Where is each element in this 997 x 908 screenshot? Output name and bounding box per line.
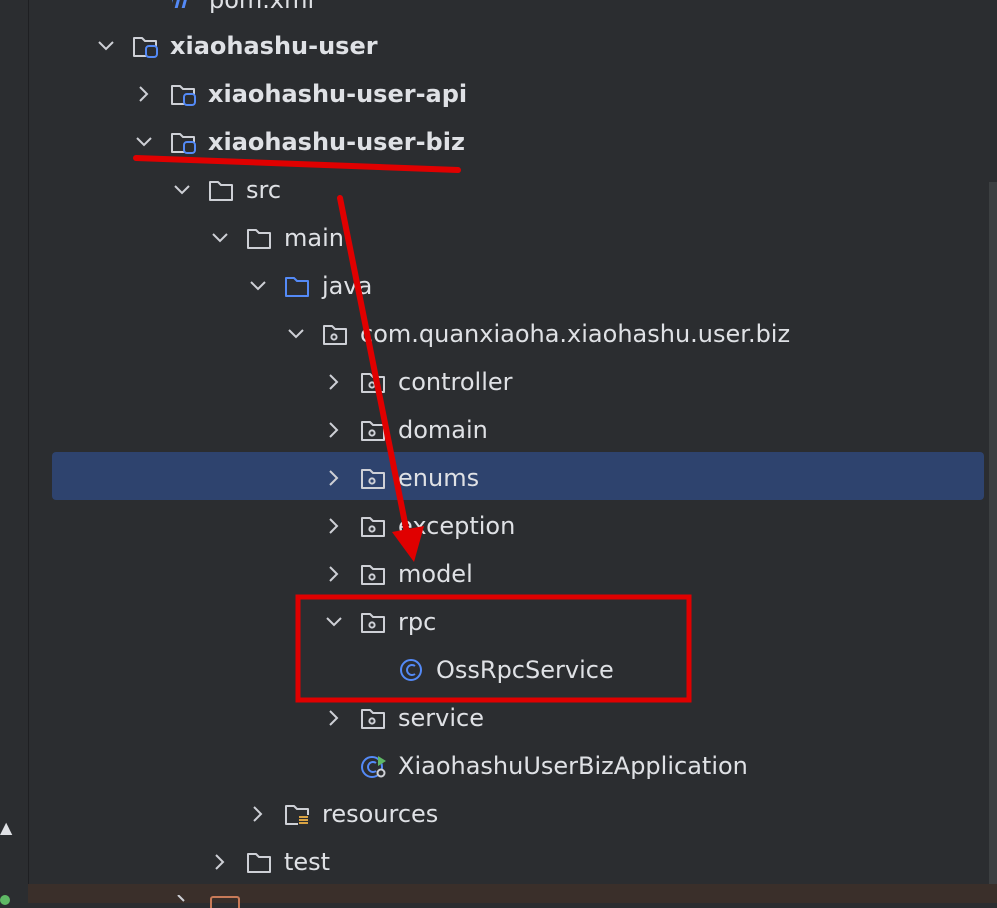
package-icon [361, 613, 385, 633]
tree-row[interactable]: enums [0, 454, 997, 502]
chevron-down-icon[interactable] [172, 180, 192, 200]
project-tree: pom.xml xiaohashu-user xiaohashu-user-api… [0, 0, 997, 908]
module-folder-icon [133, 37, 158, 58]
tree-item-label: controller [398, 368, 513, 396]
tree-item-label: resources [322, 800, 439, 828]
tree-row[interactable]: xiaohashu-user-biz [0, 118, 997, 166]
tree-row[interactable]: service [0, 694, 997, 742]
package-icon [361, 709, 385, 729]
tree-row[interactable]: main [0, 214, 997, 262]
class-icon [400, 659, 422, 681]
partial-row-target[interactable] [28, 884, 997, 903]
chevron-down-icon[interactable] [96, 36, 116, 56]
tree-item-label: xiaohashu-user [170, 32, 378, 60]
tree-item-label: src [246, 176, 282, 204]
chevron-right-icon[interactable] [324, 564, 344, 584]
package-icon [361, 421, 385, 441]
chevron-right-icon[interactable] [324, 468, 344, 488]
tree-item-label: main [284, 224, 344, 252]
tree-row[interactable]: model [0, 550, 997, 598]
tree-row[interactable]: xiaohashu-user [0, 22, 997, 70]
tree-row[interactable]: controller [0, 358, 997, 406]
tree-row[interactable]: java [0, 262, 997, 310]
source-folder-icon [285, 277, 309, 297]
module-folder-icon [171, 85, 196, 106]
resources-folder-icon [285, 805, 309, 825]
tree-item-label: exception [398, 512, 516, 540]
chevron-down-icon[interactable] [134, 132, 154, 152]
tree-row[interactable]: rpc [0, 598, 997, 646]
tree-row[interactable]: xiaohashu-user-api [0, 70, 997, 118]
chevron-down-icon[interactable] [286, 324, 306, 344]
chevron-right-icon[interactable] [210, 852, 230, 872]
spring-boot-class-icon [361, 756, 386, 778]
package-icon [323, 325, 347, 345]
tree-item-label[interactable]: pom.xml [209, 0, 314, 14]
tree-item-label: rpc [398, 608, 437, 636]
chevron-right-icon[interactable] [324, 516, 344, 536]
tree-item-label: enums [398, 464, 480, 492]
chevron-right-icon[interactable] [176, 895, 188, 903]
tree-row[interactable]: XiaohashuUserBizApplication [0, 742, 997, 790]
tree-item-label: XiaohashuUserBizApplication [398, 752, 748, 780]
tree-row[interactable]: exception [0, 502, 997, 550]
folder-icon [247, 229, 271, 249]
tree-item-label: xiaohashu-user-api [208, 80, 468, 108]
chevron-right-icon[interactable] [324, 372, 344, 392]
package-icon [361, 517, 385, 537]
folder-icon [209, 181, 233, 201]
tree-row[interactable]: resources [0, 790, 997, 838]
chevron-right-icon[interactable] [134, 84, 154, 104]
chevron-right-icon[interactable] [324, 708, 344, 728]
chevron-down-icon[interactable] [248, 276, 268, 296]
package-icon [361, 373, 385, 393]
tree-item-label: model [398, 560, 473, 588]
chevron-right-icon[interactable] [324, 420, 344, 440]
tree-item-label: domain [398, 416, 488, 444]
tree-row[interactable]: domain [0, 406, 997, 454]
tree-item-label: OssRpcService [436, 656, 614, 684]
module-folder-icon [171, 133, 196, 154]
tree-row[interactable]: com.quanxiaoha.xiaohashu.user.biz [0, 310, 997, 358]
package-icon [361, 469, 385, 489]
folder-icon [247, 853, 271, 873]
package-icon [361, 565, 385, 585]
excluded-folder-icon [210, 896, 240, 908]
chevron-down-icon[interactable] [210, 228, 230, 248]
tree-item-label: java [322, 272, 373, 300]
tree-row[interactable]: test [0, 838, 997, 886]
chevron-down-icon[interactable] [324, 612, 344, 632]
maven-pom-icon [172, 0, 189, 8]
tree-row[interactable]: src [0, 166, 997, 214]
tree-item-label: test [284, 848, 331, 876]
tree-row[interactable]: OssRpcService [0, 646, 997, 694]
tree-item-label: service [398, 704, 484, 732]
chevron-right-icon[interactable] [248, 804, 268, 824]
tree-item-label: xiaohashu-user-biz [208, 128, 465, 156]
tree-item-label: com.quanxiaoha.xiaohashu.user.biz [360, 320, 791, 348]
